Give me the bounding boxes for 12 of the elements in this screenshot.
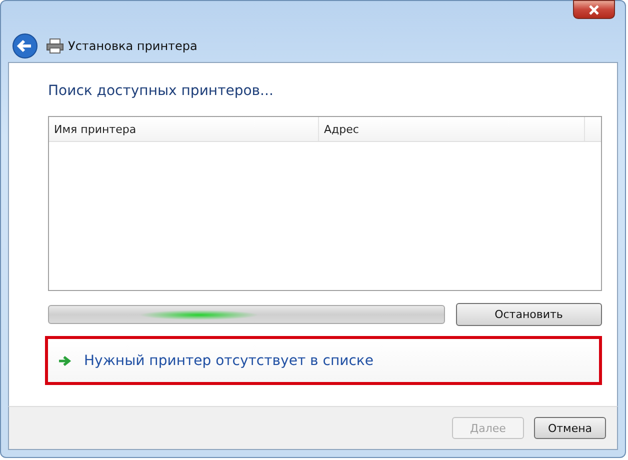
close-button[interactable] <box>573 0 615 19</box>
stop-button[interactable]: Остановить <box>456 303 602 326</box>
back-button[interactable] <box>12 33 38 59</box>
column-header[interactable]: Имя принтера <box>49 117 319 141</box>
window-title: Установка принтера <box>68 39 198 53</box>
arrow-icon <box>58 354 72 366</box>
missing-printer-link[interactable]: Нужный принтер отсутствует в списке <box>84 352 374 368</box>
close-icon <box>587 4 601 14</box>
printer-icon <box>46 38 64 54</box>
column-header[interactable]: Адрес <box>319 117 585 141</box>
cancel-button[interactable]: Отмена <box>534 417 606 439</box>
page-heading: Поиск доступных принтеров... <box>48 83 274 99</box>
